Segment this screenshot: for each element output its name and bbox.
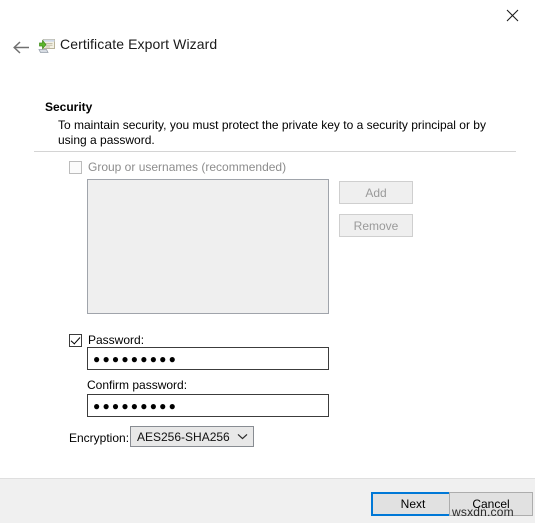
close-icon xyxy=(506,9,518,21)
watermark: wsxdn.com xyxy=(452,505,514,519)
confirm-password-label: Confirm password: xyxy=(87,378,188,392)
certificate-export-icon xyxy=(38,37,56,55)
chevron-down-icon xyxy=(231,433,253,440)
wizard-content: Security To maintain security, you must … xyxy=(0,95,535,478)
password-input[interactable]: ●●●●●●●●● xyxy=(87,347,329,370)
content-divider xyxy=(34,151,516,152)
close-button[interactable] xyxy=(489,0,535,30)
add-button[interactable]: Add xyxy=(339,181,413,204)
page-description: To maintain security, you must protect t… xyxy=(58,118,486,147)
checkbox-box-group[interactable] xyxy=(69,160,82,174)
confirm-password-input[interactable]: ●●●●●●●●● xyxy=(87,394,329,417)
title-bar xyxy=(0,0,535,30)
wizard-header: Certificate Export Wizard xyxy=(0,33,535,61)
page-title: Security xyxy=(45,100,93,114)
checkbox-box-password[interactable] xyxy=(69,333,82,347)
next-button[interactable]: Next xyxy=(371,492,455,516)
password-label: Password: xyxy=(88,333,145,347)
encryption-dropdown[interactable]: AES256-SHA256 xyxy=(130,426,254,447)
group-usernames-checkbox[interactable]: Group or usernames (recommended) xyxy=(69,158,286,176)
remove-button[interactable]: Remove xyxy=(339,214,413,237)
back-arrow-icon xyxy=(12,40,29,54)
back-button[interactable] xyxy=(9,35,33,59)
wizard-title: Certificate Export Wizard xyxy=(60,36,218,52)
encryption-selected-value: AES256-SHA256 xyxy=(137,429,230,444)
encryption-label: Encryption: xyxy=(69,431,130,445)
group-usernames-label: Group or usernames (recommended) xyxy=(88,160,287,174)
group-usernames-listbox[interactable] xyxy=(87,179,329,314)
